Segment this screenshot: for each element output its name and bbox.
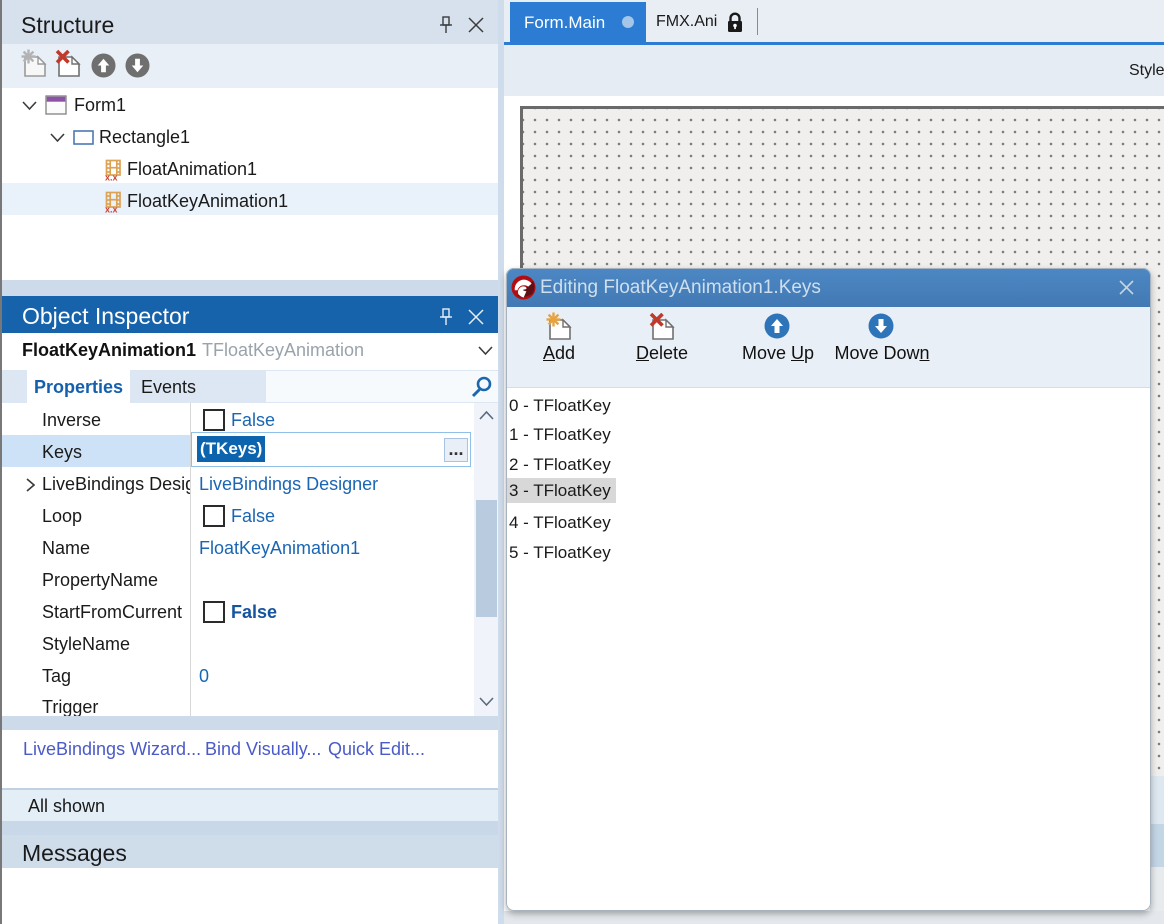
svg-text:x.x: x.x: [105, 173, 118, 182]
svg-text:x.x: x.x: [105, 205, 118, 214]
